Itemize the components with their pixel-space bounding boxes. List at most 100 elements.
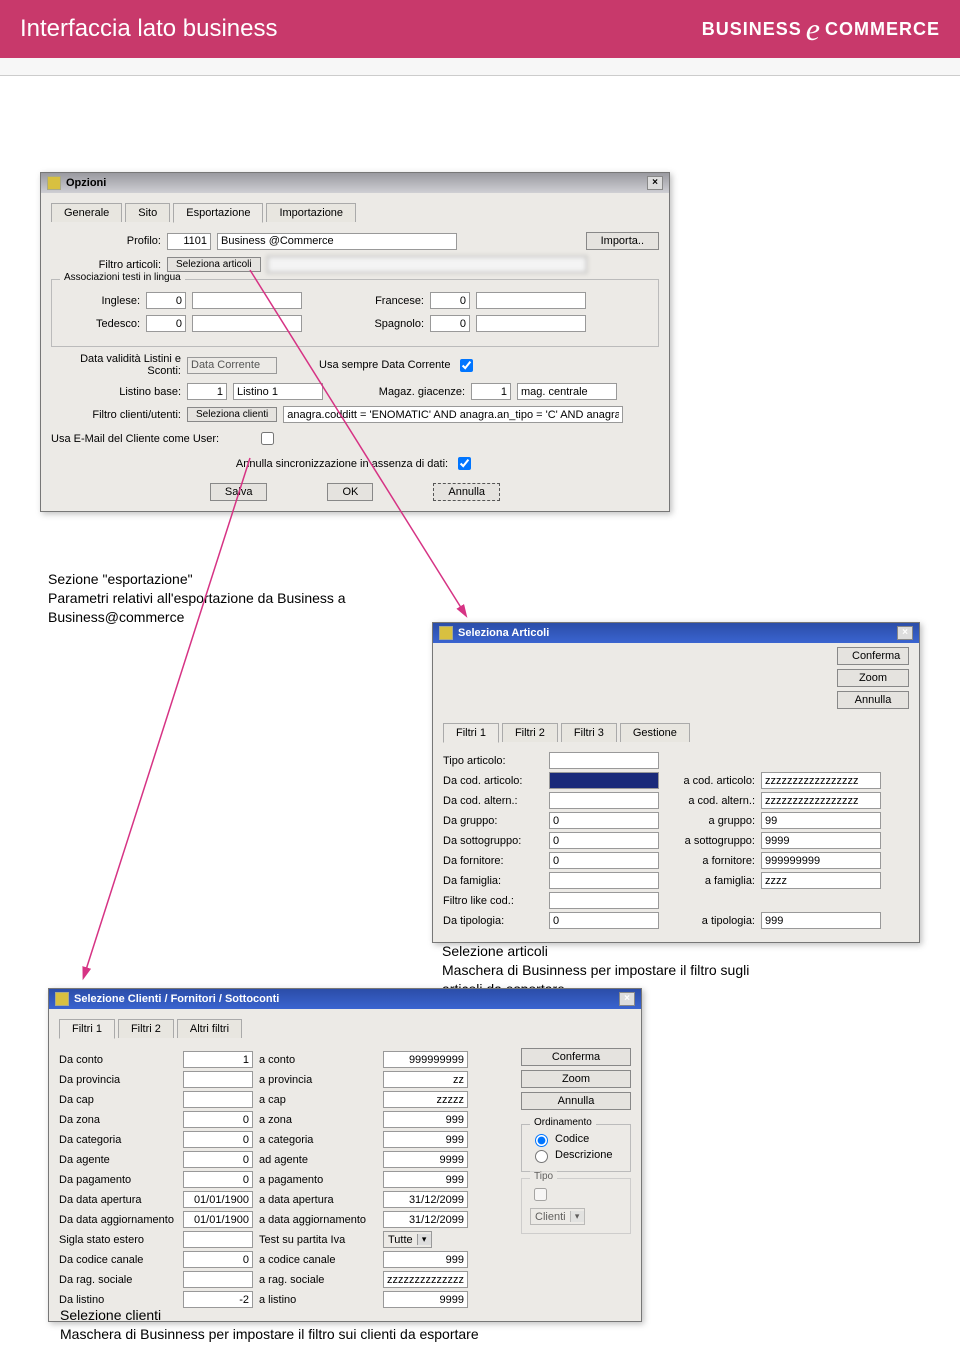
row-input-from[interactable] (183, 1191, 253, 1208)
articles-row: Da fornitore:a fornitore: (443, 852, 909, 869)
francese-text[interactable] (476, 292, 586, 309)
row-input-from[interactable] (549, 832, 659, 849)
row-input-to[interactable] (383, 1071, 468, 1088)
row-input-to[interactable] (383, 1151, 468, 1168)
ord-codice-radio[interactable] (535, 1134, 548, 1147)
tab-gestione[interactable]: Gestione (620, 723, 690, 742)
close-icon[interactable]: × (619, 992, 635, 1006)
logo-e-icon: e (806, 11, 821, 48)
zoom-button[interactable]: Zoom (837, 669, 909, 687)
salva-button[interactable]: Salva (210, 483, 268, 501)
row-input-from[interactable] (183, 1051, 253, 1068)
spagnolo-input[interactable] (430, 315, 470, 332)
francese-input[interactable] (430, 292, 470, 309)
tab-filtri2[interactable]: Filtri 2 (118, 1019, 174, 1038)
listino-base-code[interactable] (187, 383, 227, 400)
inglese-input[interactable] (146, 292, 186, 309)
row-input-to[interactable] (761, 872, 881, 889)
row-input-from[interactable] (549, 752, 659, 769)
tedesco-input[interactable] (146, 315, 186, 332)
annulla-sync-checkbox[interactable] (458, 457, 471, 470)
magaz-name[interactable] (517, 383, 617, 400)
filtro-clienti-value[interactable] (283, 406, 623, 423)
usa-email-checkbox[interactable] (261, 432, 274, 445)
row-input-from[interactable] (183, 1211, 253, 1228)
row-input-from[interactable] (183, 1091, 253, 1108)
lang-fieldset: Associazioni testi in lingua Inglese: Fr… (51, 279, 659, 347)
ok-button[interactable]: OK (327, 483, 373, 501)
dialog-icon (47, 176, 61, 190)
row-input-from[interactable] (183, 1171, 253, 1188)
row-input-from[interactable] (183, 1071, 253, 1088)
row-input-from[interactable] (549, 812, 659, 829)
usa-sempre-checkbox[interactable] (460, 359, 473, 372)
clients-row: Da zonaa zona (59, 1111, 511, 1128)
row-input-to[interactable] (383, 1111, 468, 1128)
inglese-text[interactable] (192, 292, 302, 309)
row-input-from[interactable] (183, 1231, 253, 1248)
close-icon[interactable]: × (897, 626, 913, 640)
listino-base-name[interactable] (233, 383, 323, 400)
clients-grid: Da contoa contoDa provinciaa provinciaDa… (59, 1048, 511, 1311)
row-input-from[interactable] (549, 792, 659, 809)
row-input-to[interactable] (383, 1251, 468, 1268)
tab-importazione[interactable]: Importazione (266, 203, 356, 222)
seleziona-clienti-button[interactable]: Seleziona clienti (187, 407, 277, 422)
dialog-icon (55, 992, 69, 1006)
row-input-to[interactable] (383, 1271, 468, 1288)
tab-altri[interactable]: Altri filtri (177, 1019, 242, 1038)
row-input-from[interactable] (183, 1111, 253, 1128)
row-input-from[interactable] (549, 892, 659, 909)
row-input-to[interactable] (383, 1191, 468, 1208)
close-icon[interactable]: × (647, 176, 663, 190)
conferma-button[interactable]: Conferma (837, 647, 909, 665)
annulla-button[interactable]: Annulla (837, 691, 909, 709)
profilo-code[interactable] (167, 233, 211, 250)
annulla-button[interactable]: Annulla (521, 1092, 631, 1110)
row-input-from[interactable] (183, 1131, 253, 1148)
row-label-from: Da rag. sociale (59, 1274, 177, 1286)
annulla-button[interactable]: Annulla (433, 483, 500, 501)
row-label-to: a conto (259, 1054, 377, 1066)
tab-filtri1[interactable]: Filtri 1 (59, 1019, 115, 1039)
tab-generale[interactable]: Generale (51, 203, 122, 222)
row-input-to[interactable] (761, 792, 881, 809)
row-input-from[interactable] (549, 912, 659, 929)
tab-esportazione[interactable]: Esportazione (173, 203, 263, 223)
conferma-button[interactable]: Conferma (521, 1048, 631, 1066)
row-label-to: a famiglia: (665, 875, 755, 887)
row-input-to[interactable] (761, 912, 881, 929)
tedesco-text[interactable] (192, 315, 302, 332)
importa-button[interactable]: Importa.. (586, 232, 659, 250)
chevron-down-icon: ▾ (570, 1211, 584, 1222)
usa-sempre-label: Usa sempre Data Corrente (319, 359, 450, 371)
row-input-to[interactable] (761, 852, 881, 869)
row-input-from[interactable] (549, 872, 659, 889)
row-input-to[interactable] (761, 832, 881, 849)
tab-filtri1[interactable]: Filtri 1 (443, 723, 499, 743)
zoom-button[interactable]: Zoom (521, 1070, 631, 1088)
test-iva-select[interactable]: Tutte▾ (383, 1231, 432, 1248)
row-input-from[interactable] (183, 1151, 253, 1168)
tab-filtri2[interactable]: Filtri 2 (502, 723, 558, 742)
row-input-to[interactable] (383, 1211, 468, 1228)
tab-sito[interactable]: Sito (125, 203, 170, 222)
row-input-from[interactable] (549, 772, 659, 789)
row-input-to[interactable] (761, 772, 881, 789)
spagnolo-text[interactable] (476, 315, 586, 332)
ord-descrizione-radio[interactable] (535, 1150, 548, 1163)
row-input-from[interactable] (183, 1251, 253, 1268)
row-input-to[interactable] (761, 812, 881, 829)
row-input-from[interactable] (549, 852, 659, 869)
row-input-to[interactable] (383, 1171, 468, 1188)
row-input-to[interactable] (383, 1051, 468, 1068)
row-input-to[interactable] (383, 1131, 468, 1148)
magaz-code[interactable] (471, 383, 511, 400)
row-input-to[interactable] (383, 1091, 468, 1108)
articles-dialog-title: Seleziona Articoli (458, 627, 549, 639)
tab-filtri3[interactable]: Filtri 3 (561, 723, 617, 742)
seleziona-articoli-button[interactable]: Seleziona articoli (167, 257, 261, 272)
row-input-from[interactable] (183, 1271, 253, 1288)
profilo-name[interactable] (217, 233, 457, 250)
articles-dialog-titlebar: Seleziona Articoli × (433, 623, 919, 643)
